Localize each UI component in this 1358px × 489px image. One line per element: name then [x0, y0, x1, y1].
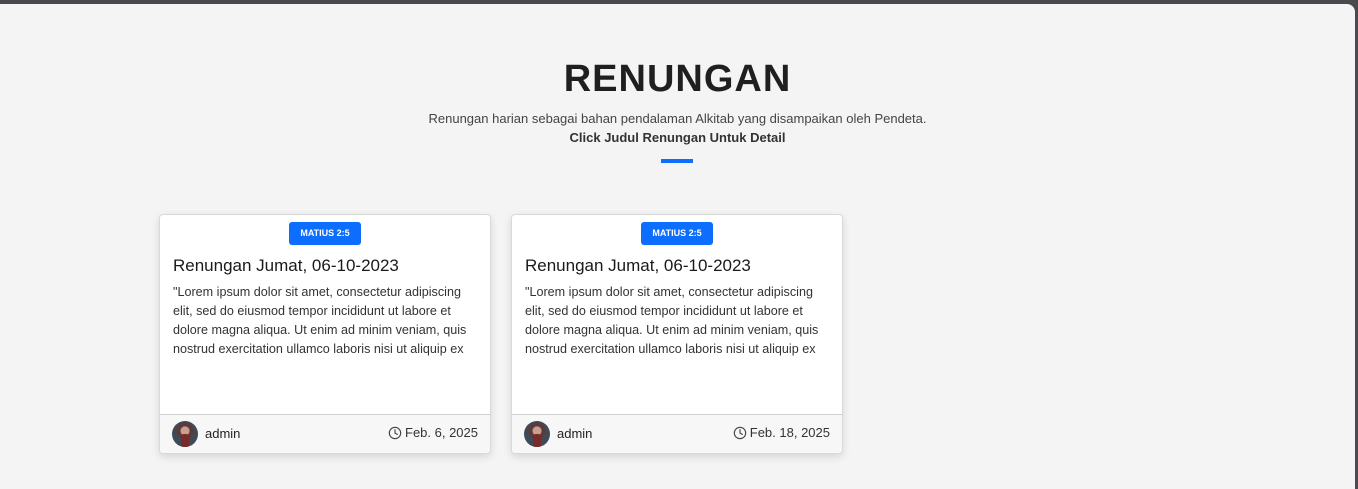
- section-hint: Click Judul Renungan Untuk Detail: [569, 130, 786, 145]
- date-text: Feb. 18, 2025: [749, 425, 830, 440]
- card-excerpt: "Lorem ipsum dolor sit amet, consectetur…: [173, 285, 467, 356]
- scripture-badge[interactable]: MATIUS 2:5: [641, 222, 713, 245]
- avatar: [172, 421, 198, 447]
- avatar: [524, 421, 550, 447]
- card-title-link[interactable]: Renungan Jumat, 06-10-2023: [525, 255, 751, 277]
- post-date: Feb. 6, 2025: [388, 425, 478, 441]
- date-text: Feb. 6, 2025: [405, 425, 478, 440]
- section-title: RENUNGAN: [563, 58, 792, 100]
- card-title-link[interactable]: Renungan Jumat, 06-10-2023: [173, 255, 399, 277]
- card-excerpt: "Lorem ipsum dolor sit amet, consectetur…: [525, 285, 819, 356]
- author-name: admin: [557, 426, 593, 441]
- post-date: Feb. 18, 2025: [733, 425, 830, 441]
- author-name: admin: [205, 426, 241, 441]
- card-footer: admin Feb. 6, 2025: [160, 414, 490, 453]
- devotion-card: MATIUS 2:5 Renungan Jumat, 06-10-2023 "L…: [511, 214, 843, 454]
- devotion-card: MATIUS 2:5 Renungan Jumat, 06-10-2023 "L…: [159, 214, 491, 454]
- card-footer: admin Feb. 18, 2025: [512, 414, 842, 453]
- clock-icon: [388, 426, 402, 440]
- scripture-badge[interactable]: MATIUS 2:5: [289, 222, 361, 245]
- section-subtitle: Renungan harian sebagai bahan pendalaman…: [428, 111, 927, 126]
- title-underline: [661, 159, 693, 163]
- clock-icon: [733, 426, 747, 440]
- page-window: RENUNGAN Renungan harian sebagai bahan p…: [0, 4, 1355, 489]
